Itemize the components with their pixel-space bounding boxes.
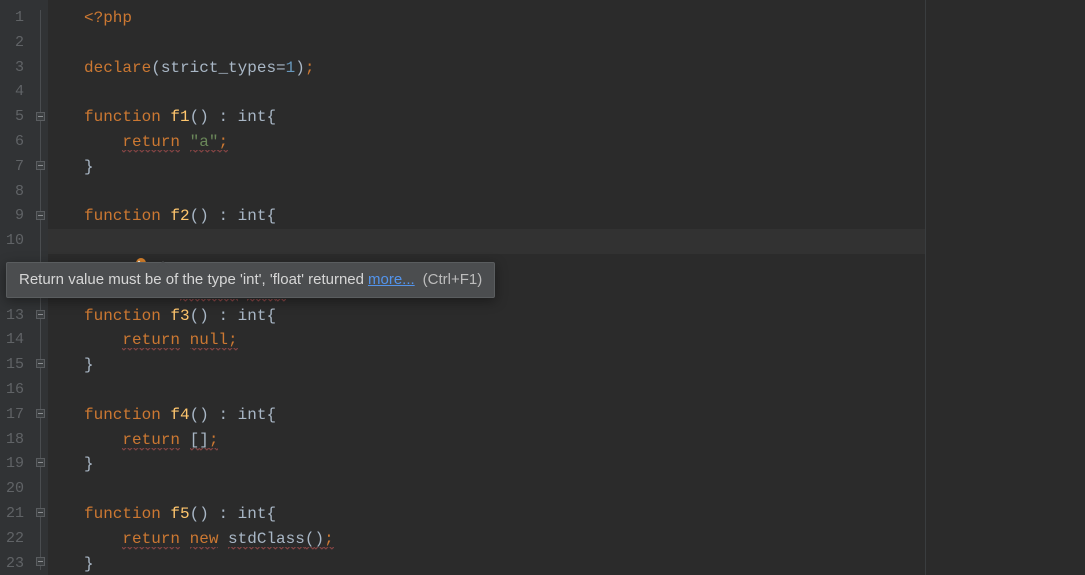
line-number: 21 <box>0 502 34 527</box>
intention-bulb-icon[interactable] <box>56 232 72 248</box>
line-number: 4 <box>0 80 34 105</box>
fold-toggle-icon[interactable] <box>36 310 45 319</box>
fold-toggle-icon[interactable] <box>36 211 45 220</box>
line-number: 6 <box>0 130 34 155</box>
tooltip-message: Return value must be of the type 'int', … <box>19 271 364 288</box>
line-number: 1 <box>0 6 34 31</box>
line-number: 2 <box>0 31 34 56</box>
fold-toggle-icon[interactable] <box>36 359 45 368</box>
line-number: 22 <box>0 527 34 552</box>
code-editor[interactable]: 1 2 3 4 5 6 7 8 9 10 11 12 13 14 15 16 1… <box>0 0 1085 575</box>
line-number: 5 <box>0 105 34 130</box>
line-number: 20 <box>0 477 34 502</box>
php-open-tag: <?php <box>84 9 132 27</box>
fold-toggle-icon[interactable] <box>36 458 45 467</box>
line-number: 19 <box>0 452 34 477</box>
inspection-tooltip: Return value must be of the type 'int', … <box>6 262 495 298</box>
line-number: 17 <box>0 403 34 428</box>
fold-toggle-icon[interactable] <box>36 161 45 170</box>
fold-toggle-icon[interactable] <box>36 557 45 566</box>
line-number: 16 <box>0 378 34 403</box>
line-number: 14 <box>0 328 34 353</box>
line-number: 7 <box>0 155 34 180</box>
line-number: 9 <box>0 204 34 229</box>
line-number: 15 <box>0 353 34 378</box>
line-number: 13 <box>0 304 34 329</box>
error-stripe[interactable] <box>925 0 1085 575</box>
line-number: 8 <box>0 180 34 205</box>
line-number: 3 <box>0 56 34 81</box>
line-number: 18 <box>0 428 34 453</box>
fold-toggle-icon[interactable] <box>36 112 45 121</box>
fold-toggle-icon[interactable] <box>36 409 45 418</box>
tooltip-shortcut: (Ctrl+F1) <box>423 271 483 288</box>
line-number: 10 <box>0 229 34 254</box>
tooltip-more-link[interactable]: more... <box>368 271 415 288</box>
line-number: 23 <box>0 552 34 575</box>
fold-toggle-icon[interactable] <box>36 508 45 517</box>
